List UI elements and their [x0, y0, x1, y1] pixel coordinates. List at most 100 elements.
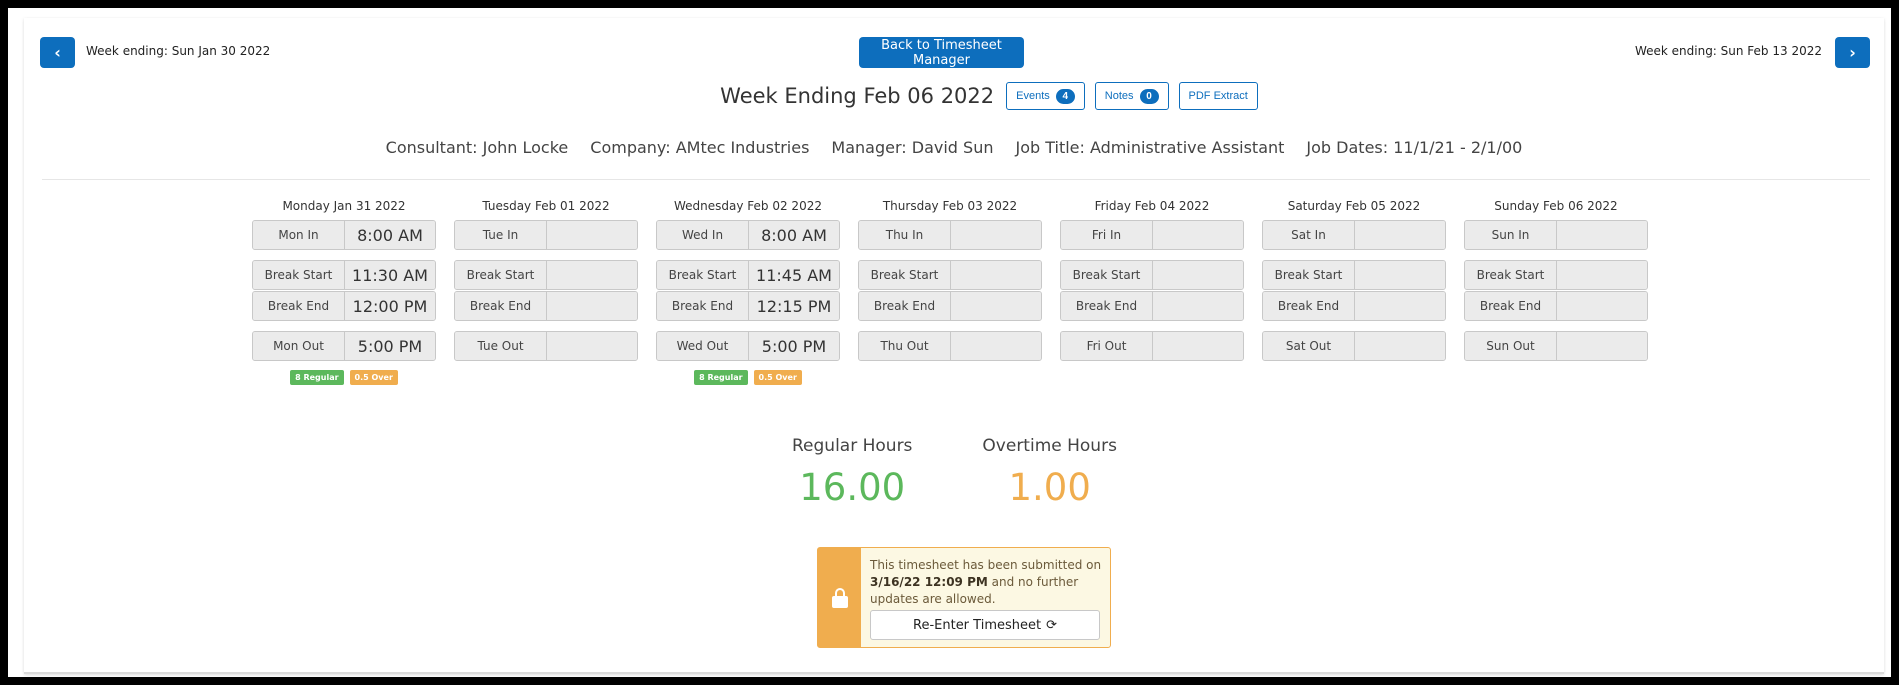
day-column: Friday Feb 04 2022 Fri In Break Start Break… [1060, 198, 1244, 386]
events-label: Events [1016, 90, 1050, 102]
time-out-label: Sun Out [1465, 332, 1557, 360]
time-in-field[interactable]: Sun In [1464, 220, 1648, 250]
back-to-timesheet-manager-button[interactable]: Back to Timesheet Manager [859, 37, 1024, 68]
lock-sidebar [818, 548, 861, 647]
break-start-value[interactable] [1355, 261, 1445, 289]
next-week-button[interactable]: › [1835, 37, 1870, 68]
time-in-field[interactable]: Tue In [454, 220, 638, 250]
time-out-field[interactable]: Sat Out [1262, 331, 1446, 361]
events-button[interactable]: Events 4 [1006, 82, 1085, 110]
time-out-value[interactable] [547, 332, 637, 360]
day-hours-tags [454, 370, 638, 386]
notes-label: Notes [1104, 90, 1134, 102]
overtime-hours-value: 1.00 [1008, 466, 1091, 509]
time-out-field[interactable]: Wed Out 5:00 PM [656, 331, 840, 361]
break-start-field[interactable]: Break Start [454, 260, 638, 290]
overtime-hours-total: Overtime Hours 1.00 [982, 436, 1117, 509]
time-out-label: Tue Out [455, 332, 547, 360]
time-out-field[interactable]: Thu Out [858, 331, 1042, 361]
job-title-info: Job Title: Administrative Assistant [1015, 138, 1285, 157]
time-in-field[interactable]: Wed In 8:00 AM [656, 220, 840, 250]
time-in-label: Sat In [1263, 221, 1355, 249]
job-dates-info: Job Dates: 11/1/21 - 2/1/00 [1306, 138, 1523, 157]
break-end-label: Break End [455, 292, 547, 320]
time-out-field[interactable]: Sun Out [1464, 331, 1648, 361]
consultant-info: Consultant: John Locke [385, 138, 569, 157]
notes-count-badge: 0 [1139, 88, 1159, 104]
next-week-label: Week ending: Sun Feb 13 2022 [1634, 44, 1822, 58]
break-start-value[interactable]: 11:45 AM [749, 261, 839, 289]
time-out-value[interactable] [1355, 332, 1445, 360]
break-start-field[interactable]: Break Start [1060, 260, 1244, 290]
time-in-value[interactable] [1153, 221, 1243, 249]
day-column: Monday Jan 31 2022 Mon In 8:00 AM Break Sta… [252, 198, 436, 386]
break-end-value[interactable] [547, 292, 637, 320]
break-end-field[interactable]: Break End [858, 291, 1042, 321]
time-out-field[interactable]: Mon Out 5:00 PM [252, 331, 436, 361]
break-start-field[interactable]: Break Start 11:30 AM [252, 260, 436, 290]
break-end-field[interactable]: Break End [1464, 291, 1648, 321]
break-end-value[interactable] [1557, 292, 1647, 320]
break-end-value[interactable] [951, 292, 1041, 320]
break-start-field[interactable]: Break Start [1464, 260, 1648, 290]
time-in-value[interactable]: 8:00 AM [345, 221, 435, 249]
break-start-value[interactable] [547, 261, 637, 289]
break-start-value[interactable] [1557, 261, 1647, 289]
break-start-value[interactable]: 11:30 AM [345, 261, 435, 289]
break-start-value[interactable] [1153, 261, 1243, 289]
time-in-value[interactable] [951, 221, 1041, 249]
previous-week-button[interactable]: ‹ [40, 37, 75, 68]
time-out-label: Sat Out [1263, 332, 1355, 360]
time-in-field[interactable]: Fri In [1060, 220, 1244, 250]
time-in-label: Wed In [657, 221, 749, 249]
time-in-value[interactable]: 8:00 AM [749, 221, 839, 249]
break-start-field[interactable]: Break Start [1262, 260, 1446, 290]
break-start-value[interactable] [951, 261, 1041, 289]
time-in-field[interactable]: Thu In [858, 220, 1042, 250]
time-in-value[interactable] [1557, 221, 1647, 249]
time-out-value[interactable]: 5:00 PM [345, 332, 435, 360]
break-end-field[interactable]: Break End [454, 291, 638, 321]
break-end-label: Break End [657, 292, 749, 320]
notes-button[interactable]: Notes 0 [1094, 82, 1169, 110]
break-end-field[interactable]: Break End [1262, 291, 1446, 321]
time-in-field[interactable]: Mon In 8:00 AM [252, 220, 436, 250]
time-out-value[interactable] [951, 332, 1041, 360]
time-in-value[interactable] [1355, 221, 1445, 249]
break-end-value[interactable]: 12:15 PM [749, 292, 839, 320]
time-in-label: Sun In [1465, 221, 1557, 249]
pdf-extract-button[interactable]: PDF Extract [1178, 82, 1258, 110]
time-in-field[interactable]: Sat In [1262, 220, 1446, 250]
day-header: Thursday Feb 03 2022 [882, 199, 1018, 213]
break-end-field[interactable]: Break End 12:00 PM [252, 291, 436, 321]
break-start-label: Break Start [1263, 261, 1355, 289]
break-end-label: Break End [1263, 292, 1355, 320]
break-end-value[interactable]: 12:00 PM [345, 292, 435, 320]
day-header: Wednesday Feb 02 2022 [674, 199, 822, 213]
time-out-field[interactable]: Tue Out [454, 331, 638, 361]
break-end-value[interactable] [1355, 292, 1445, 320]
day-hours-tags [1060, 370, 1244, 386]
time-out-field[interactable]: Fri Out [1060, 331, 1244, 361]
window-frame: ‹ Week ending: Sun Jan 30 2022 Back to T… [0, 0, 1899, 685]
regular-hours-badge: 8 Regular [694, 370, 748, 385]
time-in-value[interactable] [547, 221, 637, 249]
chevron-left-icon: ‹ [54, 43, 61, 62]
time-out-value[interactable] [1153, 332, 1243, 360]
break-start-field[interactable]: Break Start [858, 260, 1042, 290]
break-end-label: Break End [1465, 292, 1557, 320]
break-end-label: Break End [1061, 292, 1153, 320]
day-column: Tuesday Feb 01 2022 Tue In Break Start Brea… [454, 198, 638, 386]
notice-text-before: This timesheet has been submitted on [870, 558, 1102, 572]
overtime-hours-badge: 0.5 Over [753, 370, 802, 385]
break-end-field[interactable]: Break End [1060, 291, 1244, 321]
time-out-value[interactable] [1557, 332, 1647, 360]
re-enter-timesheet-button[interactable]: Re-Enter Timesheet ⟳ [870, 610, 1100, 640]
overtime-hours-label: Overtime Hours [982, 436, 1117, 456]
submitted-timestamp: 3/16/22 12:09 PM [870, 575, 988, 589]
time-out-value[interactable]: 5:00 PM [749, 332, 839, 360]
regular-hours-total: Regular Hours 16.00 [792, 436, 912, 509]
break-end-field[interactable]: Break End 12:15 PM [656, 291, 840, 321]
break-end-value[interactable] [1153, 292, 1243, 320]
break-start-field[interactable]: Break Start 11:45 AM [656, 260, 840, 290]
